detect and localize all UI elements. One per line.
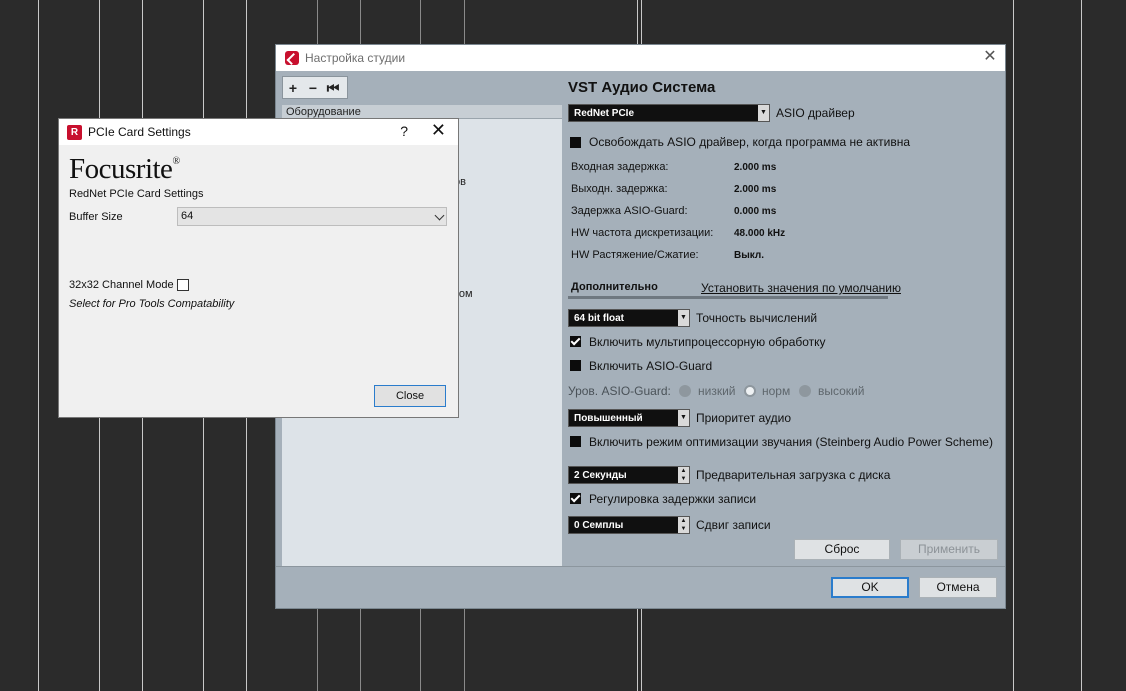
advanced-divider xyxy=(568,296,888,299)
studio-title: Настройка студии xyxy=(305,51,406,65)
asio-driver-label: ASIO драйвер xyxy=(776,106,855,120)
pcie-title: PCIe Card Settings xyxy=(88,125,191,139)
record-shift-label: Сдвиг записи xyxy=(696,518,771,532)
guard-level-high-label: высокий xyxy=(818,384,865,398)
stat-value: 2.000 ms xyxy=(734,184,777,195)
reset-button[interactable]: Сброс xyxy=(794,539,890,560)
pcie-subtitle: RedNet PCIe Card Settings xyxy=(69,188,204,200)
spinner-icon[interactable]: ▲ ▼ xyxy=(678,517,689,533)
remove-icon[interactable]: − xyxy=(303,78,323,98)
chevron-down-icon: ▼ xyxy=(758,105,769,121)
asio-driver-select[interactable]: RedNet PCIe ▼ xyxy=(568,104,770,122)
pcie-close-icon[interactable]: ✕ xyxy=(431,120,446,141)
stat-value: Выкл. xyxy=(734,250,765,261)
precision-label: Точность вычислений xyxy=(696,311,818,325)
tree-toolbar: + − ⏮ xyxy=(282,76,348,99)
close-button[interactable]: Close xyxy=(374,385,446,407)
page-title: VST Аудио Система xyxy=(568,79,716,96)
record-shift-value: 0 Семплы xyxy=(574,520,624,531)
cancel-button[interactable]: Отмена xyxy=(919,577,997,598)
release-driver-label: Освобождать ASIO драйвер, когда программ… xyxy=(589,135,911,149)
stat-value: 2.000 ms xyxy=(734,162,777,173)
precision-value: 64 bit float xyxy=(574,313,625,324)
chevron-down-icon xyxy=(434,210,445,221)
channel-mode-checkbox[interactable] xyxy=(177,279,189,291)
chevron-down-icon: ▼ xyxy=(678,410,689,426)
power-scheme-checkbox[interactable] xyxy=(570,436,581,447)
guard-level-label: Уров. ASIO-Guard: xyxy=(568,384,671,398)
stat-label: Входная задержка: xyxy=(571,161,669,173)
channel-mode-label: 32x32 Channel Mode xyxy=(69,279,174,291)
chevron-down-icon: ▼ xyxy=(678,310,689,326)
studio-titlebar: Настройка студии ✕ xyxy=(276,45,1005,71)
guard-level-normal-label: норм xyxy=(762,384,791,398)
stat-label: Задержка ASIO-Guard: xyxy=(571,205,688,217)
asio-driver-value: RedNet PCIe xyxy=(574,108,635,119)
guard-level-normal-radio[interactable] xyxy=(744,385,756,397)
stat-label: HW Растяжение/Сжатие: xyxy=(571,249,699,261)
audio-priority-label: Приоритет аудио xyxy=(696,411,792,425)
latency-adjust-checkbox[interactable] xyxy=(570,493,581,504)
precision-select[interactable]: 64 bit float ▼ xyxy=(568,309,690,327)
tree-header[interactable]: Оборудование xyxy=(282,105,562,119)
audio-priority-select[interactable]: Повышенный ▼ xyxy=(568,409,690,427)
stat-value: 48.000 kHz xyxy=(734,228,786,239)
stat-label: HW частота дискретизации: xyxy=(571,227,714,239)
power-scheme-label: Включить режим оптимизации звучания (Ste… xyxy=(589,435,993,449)
apply-button[interactable]: Применить xyxy=(900,539,998,560)
guard-level-low-radio[interactable] xyxy=(679,385,691,397)
release-driver-checkbox[interactable] xyxy=(570,137,581,148)
stat-label: Выходн. задержка: xyxy=(571,183,668,195)
channel-mode-hint: Select for Pro Tools Compatability xyxy=(69,298,235,310)
multiprocessing-checkbox[interactable] xyxy=(570,336,581,347)
focusrite-logo: Focusrite® xyxy=(69,153,180,185)
pcie-titlebar: R PCIe Card Settings ? ✕ xyxy=(59,119,458,145)
cubase-logo-icon xyxy=(285,51,299,65)
dialog-button-bar: OK Отмена xyxy=(276,566,1005,608)
disk-preload-label: Предварительная загрузка с диска xyxy=(696,468,891,482)
studio-close-icon[interactable]: ✕ xyxy=(981,48,999,66)
set-defaults-link[interactable]: Установить значения по умолчанию xyxy=(701,281,901,295)
disk-preload-value: 2 Секунды xyxy=(574,470,627,481)
audio-priority-value: Повышенный xyxy=(574,413,643,424)
asio-guard-label: Включить ASIO-Guard xyxy=(589,359,713,373)
reset-tree-icon[interactable]: ⏮ xyxy=(323,78,343,98)
guard-level-high-radio[interactable] xyxy=(799,385,811,397)
ok-button[interactable]: OK xyxy=(831,577,909,598)
record-shift-select[interactable]: 0 Семплы ▲ ▼ xyxy=(568,516,690,534)
multiprocessing-label: Включить мультипроцессорную обработку xyxy=(589,335,826,349)
buffer-size-value: 64 xyxy=(181,210,194,222)
advanced-section-label[interactable]: Дополнительно xyxy=(571,281,658,293)
spinner-icon[interactable]: ▲ ▼ xyxy=(678,467,689,483)
disk-preload-select[interactable]: 2 Секунды ▲ ▼ xyxy=(568,466,690,484)
guard-level-low-label: низкий xyxy=(698,384,736,398)
pcie-settings-dialog: R PCIe Card Settings ? ✕ Focusrite® RedN… xyxy=(58,118,459,418)
buffer-size-select[interactable]: 64 xyxy=(177,207,447,226)
rednet-logo-icon: R xyxy=(67,124,82,140)
help-icon[interactable]: ? xyxy=(400,123,408,139)
asio-guard-checkbox[interactable] xyxy=(570,360,581,371)
latency-adjust-label: Регулировка задержки записи xyxy=(589,492,757,506)
stat-value: 0.000 ms xyxy=(734,206,777,217)
buffer-size-label: Buffer Size xyxy=(69,211,123,223)
add-icon[interactable]: + xyxy=(283,78,303,98)
